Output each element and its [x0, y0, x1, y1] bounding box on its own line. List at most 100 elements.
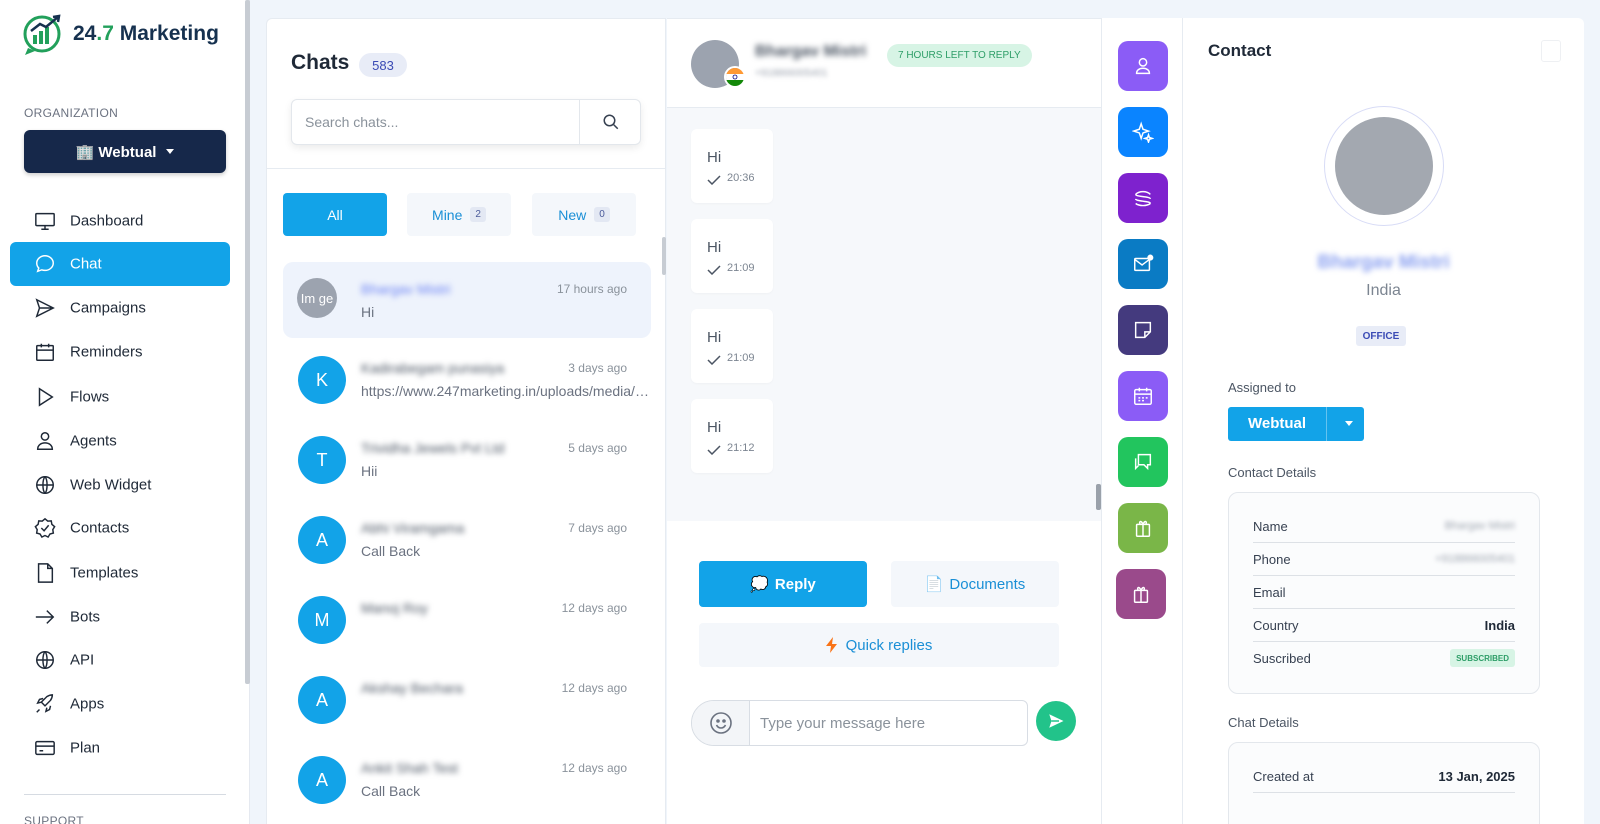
chat-list-item[interactable]: A Ankit Shah Test 12 days ago Call Back [283, 741, 651, 817]
conversation-panel: Bhargav Mistri +918866005401 7 HOURS LEF… [667, 18, 1101, 824]
detail-row-email: Email [1253, 576, 1515, 609]
reply-tab-button[interactable]: 💭 Reply [699, 561, 867, 607]
contact-panel: Contact Bhargav Mistri India OFFICE Assi… [1183, 18, 1584, 824]
sidebar-item-campaigns[interactable]: Campaigns [10, 286, 230, 330]
mail-app-button[interactable] [1118, 239, 1168, 289]
filter-all-button[interactable]: All [283, 193, 387, 236]
filter-mine-button[interactable]: Mine 2 [407, 193, 511, 236]
message-bubble: Hi 21:12 [691, 399, 773, 473]
detail-row-subscribed: Suscribed SUBSCRIBED [1253, 642, 1515, 675]
reply-label: Reply [774, 575, 816, 593]
sidebar-item-contacts[interactable]: Contacts [10, 506, 230, 550]
messages-app-icon [1134, 453, 1152, 471]
play-icon [38, 387, 54, 407]
check-icon [707, 265, 721, 275]
logo-icon [22, 14, 66, 56]
message-input[interactable] [760, 701, 1020, 745]
sidebar-item-plan[interactable]: Plan [10, 726, 230, 770]
chat-preview: Call Back [361, 783, 421, 799]
sidebar-item-apps[interactable]: Apps [10, 682, 230, 726]
chat-name: Bhargav Mistri [361, 281, 451, 297]
caret-down-icon [166, 149, 175, 154]
gift-app-button[interactable] [1116, 569, 1166, 619]
avatar: A [298, 516, 346, 564]
speech-bubble-icon: 💭 [750, 576, 769, 593]
sidebar-item-label: Plan [70, 739, 101, 757]
contact-app-button[interactable] [1118, 41, 1168, 91]
sidebar-item-templates[interactable]: Templates [10, 551, 230, 595]
message-time: 21:09 [727, 262, 755, 274]
chat-preview: Hii [361, 463, 378, 479]
chat-list-scrollbar[interactable] [662, 237, 666, 275]
sidebar-item-label: Bots [70, 608, 101, 626]
sidebar-scrollbar[interactable] [245, 0, 250, 684]
calendar-app-button[interactable] [1118, 371, 1168, 421]
quick-replies-label: Quick replies [845, 636, 933, 654]
time-left-badge: 7 HOURS LEFT TO REPLY [887, 44, 1032, 67]
assigned-to-select[interactable]: Webtual [1228, 407, 1364, 441]
sidebar-item-agents[interactable]: Agents [10, 419, 230, 463]
chat-list-item[interactable]: K Kadirabegam punasiya 3 days ago https:… [283, 341, 656, 417]
chats-count-badge: 583 [359, 53, 407, 77]
panel-toggle-button[interactable] [1541, 40, 1561, 62]
sidebar: 24.7 Marketing ORGANIZATION 🏢 Webtual Da… [0, 0, 250, 824]
chat-list-item[interactable]: Im ge Bhargav Mistri 17 hours ago Hi [283, 262, 651, 338]
avatar: T [298, 436, 346, 484]
contact-app-icon [1135, 57, 1151, 75]
brand-name[interactable]: 24.7 Marketing [73, 22, 219, 46]
avatar: M [298, 596, 346, 644]
send-button[interactable] [1036, 701, 1076, 741]
sidebar-item-bots[interactable]: Bots [10, 595, 230, 639]
detail-value: Bhargav Mistri [1444, 520, 1515, 532]
sticky-note-app-button[interactable] [1118, 305, 1168, 355]
quick-replies-button[interactable]: Quick replies [699, 623, 1059, 667]
contact-tag-badge[interactable]: OFFICE [1356, 326, 1406, 346]
sidebar-item-chat[interactable]: Chat [10, 242, 230, 286]
sparkle-app-button[interactable] [1118, 107, 1168, 157]
detail-value: India [1484, 618, 1515, 633]
sidebar-item-api[interactable]: API [10, 638, 230, 682]
sidebar-item-label: Campaigns [70, 299, 146, 317]
sidebar-item-web-widget[interactable]: Web Widget [10, 463, 230, 507]
emoji-button[interactable] [692, 701, 750, 745]
waves-app-button[interactable] [1118, 173, 1168, 223]
message-bubble: Hi 21:09 [691, 309, 773, 383]
sidebar-item-flows[interactable]: Flows [10, 375, 230, 419]
sidebar-item-label: Contacts [70, 519, 130, 537]
sidebar-item-dashboard[interactable]: Dashboard [10, 199, 230, 243]
message-bubble: Hi 21:09 [691, 219, 773, 293]
person-icon [36, 432, 54, 450]
chat-time: 12 days ago [561, 601, 627, 615]
sidebar-item-reminders[interactable]: Reminders [10, 330, 230, 374]
documents-label: Documents [949, 575, 1026, 593]
chat-list-item[interactable]: M Manoj Roy 12 days ago [283, 581, 651, 657]
conversation-header: Bhargav Mistri +918866005401 7 HOURS LEF… [667, 19, 1101, 108]
chat-name: Ankit Shah Test [361, 760, 459, 776]
gift-app-button[interactable] [1118, 503, 1168, 553]
detail-row-country: Country India [1253, 609, 1515, 642]
documents-tab-button[interactable]: 📄 Documents [891, 561, 1059, 607]
search-input[interactable] [292, 100, 580, 144]
organization-label: ORGANIZATION [24, 106, 119, 120]
arrow-right-icon [35, 610, 55, 624]
chat-list-item[interactable]: T Trividha Jewels Pvt Ltd 5 days ago Hii [283, 421, 651, 497]
contact-title: Contact [1208, 41, 1272, 60]
calendar-app-icon [1134, 387, 1152, 405]
organization-select[interactable]: 🏢 Webtual [24, 130, 226, 173]
search-button[interactable] [581, 100, 641, 144]
calendar-icon [36, 343, 54, 361]
assigned-to-value: Webtual [1248, 415, 1307, 432]
sparkle-app-icon [1132, 121, 1154, 143]
chat-list-item[interactable]: A Akshay Bechara 12 days ago [283, 661, 651, 737]
messages-app-button[interactable] [1118, 437, 1168, 487]
divider [1326, 407, 1327, 441]
contact-details-card: Name Bhargav Mistri Phone +918866005401 … [1228, 492, 1540, 694]
filter-label: Mine [432, 206, 463, 223]
chat-time: 17 hours ago [556, 282, 627, 296]
lightning-icon [825, 637, 837, 653]
message-area: Hi 20:36 Hi 21:09 Hi 21:09 Hi 21:12 [667, 108, 1101, 521]
contact-details-label: Contact Details [1228, 465, 1317, 480]
detail-key: Name [1253, 519, 1288, 534]
filter-new-button[interactable]: New 0 [532, 193, 636, 236]
chat-list-item[interactable]: A Abhi Viramgama 7 days ago Call Back [283, 501, 651, 577]
